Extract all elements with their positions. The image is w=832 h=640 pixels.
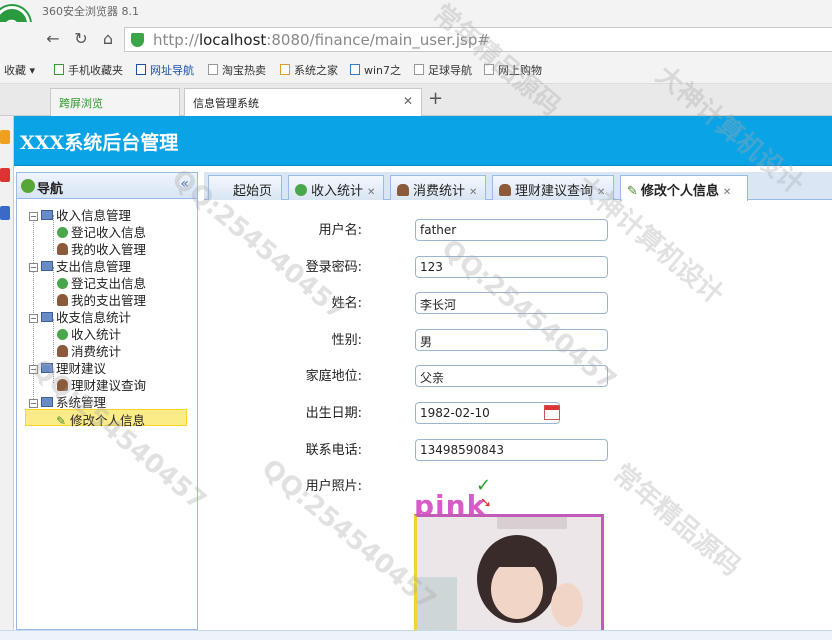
shield-icon [131, 33, 144, 47]
app-header: XXX系统后台管理 [14, 116, 832, 166]
tab-advice-query[interactable]: 理财建议查询 ✕ [492, 175, 614, 200]
add-icon [57, 227, 68, 238]
person-icon [57, 294, 68, 306]
content-tab-bar: 起始页 收入统计 ✕ 消费统计 ✕ 理财建议查询 ✕ ✎ 修改个人信息 ✕ [204, 172, 832, 201]
tree-node-edit-profile[interactable]: ✎ 修改个人信息 [25, 409, 187, 428]
family-role-field[interactable]: 父亲 [415, 365, 608, 387]
username-field[interactable]: father [415, 219, 608, 241]
tab-expense-stats[interactable]: 消费统计 ✕ [390, 175, 486, 200]
password-label: 登录密码: [305, 260, 362, 275]
birthdate-label: 出生日期: [305, 406, 362, 421]
tree-node-income-mgmt[interactable]: − 收入信息管理 [29, 205, 131, 223]
nav-title: 导航 [37, 182, 64, 197]
sidebar-icon[interactable] [0, 130, 10, 144]
tree-node-register-expense[interactable]: 登记支出信息 [57, 273, 146, 291]
home-icon[interactable]: ⌂ [97, 28, 119, 50]
computer-icon [41, 261, 53, 271]
nav-panel-header: 导航 « [17, 173, 197, 199]
browser-tab-strip: 跨屏浏览 信息管理系统 ✕ [0, 84, 832, 117]
browser-title-bar: 360安全浏览器 8.1 [0, 0, 832, 22]
tree-node-my-income[interactable]: 我的收入管理 [57, 239, 146, 257]
browser-tab[interactable]: 跨屏浏览 [50, 88, 180, 116]
url-rest: :8080/finance/main_user.jsp# [266, 31, 490, 49]
phone-field[interactable]: 13498590843 [415, 439, 608, 461]
close-icon: ✕ [367, 187, 376, 198]
close-icon: ✕ [597, 187, 606, 198]
status-bar [0, 630, 832, 640]
sidebar-icon[interactable] [0, 168, 10, 182]
person-icon [499, 184, 511, 196]
person-icon [397, 184, 409, 196]
tree-node-expense-mgmt[interactable]: − 支出信息管理 [29, 256, 131, 274]
name-label: 姓名: [331, 296, 362, 311]
add-icon [57, 329, 68, 340]
browser-title: 360安全浏览器 8.1 [42, 5, 139, 18]
person-icon [57, 345, 68, 357]
arrow-icon: ➘ [480, 495, 492, 511]
add-icon [295, 184, 307, 196]
computer-icon [41, 312, 53, 322]
reload-icon[interactable]: ↻ [70, 28, 92, 50]
bookmark-item[interactable]: 系统之家 [280, 62, 338, 78]
gender-field[interactable]: 男 [415, 329, 608, 351]
photo-frame [414, 514, 604, 630]
bookmark-item[interactable]: 淘宝热卖 [208, 62, 266, 78]
bookmark-item[interactable]: 足球导航 [414, 62, 472, 78]
close-icon: ✕ [469, 187, 478, 198]
bookmark-item[interactable]: 手机收藏夹 [54, 62, 123, 78]
tree-node-advice-query[interactable]: 理财建议查询 [57, 375, 146, 393]
birthdate-field[interactable]: 1982-02-10 [415, 402, 560, 424]
tab-income-stats[interactable]: 收入统计 ✕ [288, 175, 384, 200]
url-host: localhost [198, 31, 267, 49]
tree-node-stats[interactable]: − 收支信息统计 [29, 307, 131, 325]
globe-icon [21, 179, 35, 193]
browser-tab-active[interactable]: 信息管理系统 ✕ [184, 88, 422, 117]
tree-node-expense-stats[interactable]: 消费统计 [57, 341, 121, 359]
bookmark-item[interactable]: win7之 [350, 62, 401, 78]
close-tab-icon[interactable]: ✕ [403, 94, 413, 108]
bookmark-item[interactable]: 网上购物 [484, 62, 542, 78]
photo-label: 用户照片: [305, 479, 362, 494]
collapse-icon[interactable]: « [180, 176, 189, 192]
app-title: XXX系统后台管理 [20, 132, 179, 154]
address-bar[interactable]: http://localhost:8080/finance/main_user.… [124, 27, 832, 52]
username-label: 用户名: [318, 223, 362, 238]
tab-edit-profile[interactable]: ✎ 修改个人信息 ✕ [620, 175, 748, 201]
pencil-icon: ✎ [56, 414, 67, 428]
tab-home[interactable]: 起始页 [208, 175, 282, 200]
sidebar-icon[interactable] [0, 206, 10, 220]
add-icon [57, 278, 68, 289]
new-tab-button[interactable]: + [428, 88, 443, 109]
tree-node-my-expense[interactable]: 我的支出管理 [57, 290, 146, 308]
pencil-icon: ✎ [627, 184, 638, 199]
calendar-icon[interactable] [544, 405, 560, 420]
browser-side-strip [0, 116, 14, 640]
portrait-image [417, 517, 601, 630]
back-arrow-icon[interactable]: ← [42, 28, 64, 50]
tree-node-system-mgmt[interactable]: − 系统管理 [29, 392, 106, 410]
close-icon: ✕ [722, 187, 732, 198]
bookmark-bar: 收藏 ▾ 手机收藏夹 网址导航 淘宝热卖 系统之家 win7之 足球导航 网上购… [0, 56, 832, 84]
browser-nav-bar: ← ↻ ⌂ http://localhost:8080/finance/main… [0, 22, 832, 56]
password-field[interactable]: 123 [415, 256, 608, 278]
tree-node-income-stats[interactable]: 收入统计 [57, 324, 121, 342]
checkmark-icon: ✓ [476, 475, 492, 496]
bookmark-item[interactable]: 收藏 ▾ [4, 62, 35, 78]
computer-icon [41, 397, 53, 407]
computer-icon [41, 363, 53, 373]
name-field[interactable]: 李长河 [415, 292, 608, 314]
profile-form: 用户名: father 登录密码: 123 姓名: 李长河 性别: 男 家庭地位… [204, 201, 832, 630]
user-photo: pink ✓ ➘ [414, 475, 606, 630]
family-role-label: 家庭地位: [305, 369, 362, 384]
computer-icon [41, 210, 53, 220]
bookmark-item[interactable]: 网址导航 [136, 62, 194, 78]
person-icon [57, 379, 68, 391]
gender-label: 性别: [331, 333, 362, 348]
url-prefix: http:// [153, 31, 199, 49]
nav-panel: 导航 « − 收入信息管理 登记收入信息 我的收入管理 − 支出信息管理 登记支出信… [16, 172, 198, 630]
tree-node-finance-advice[interactable]: − 理财建议 [29, 358, 106, 376]
person-icon [57, 243, 68, 255]
phone-label: 联系电话: [305, 443, 362, 458]
tree-node-register-income[interactable]: 登记收入信息 [57, 222, 146, 240]
